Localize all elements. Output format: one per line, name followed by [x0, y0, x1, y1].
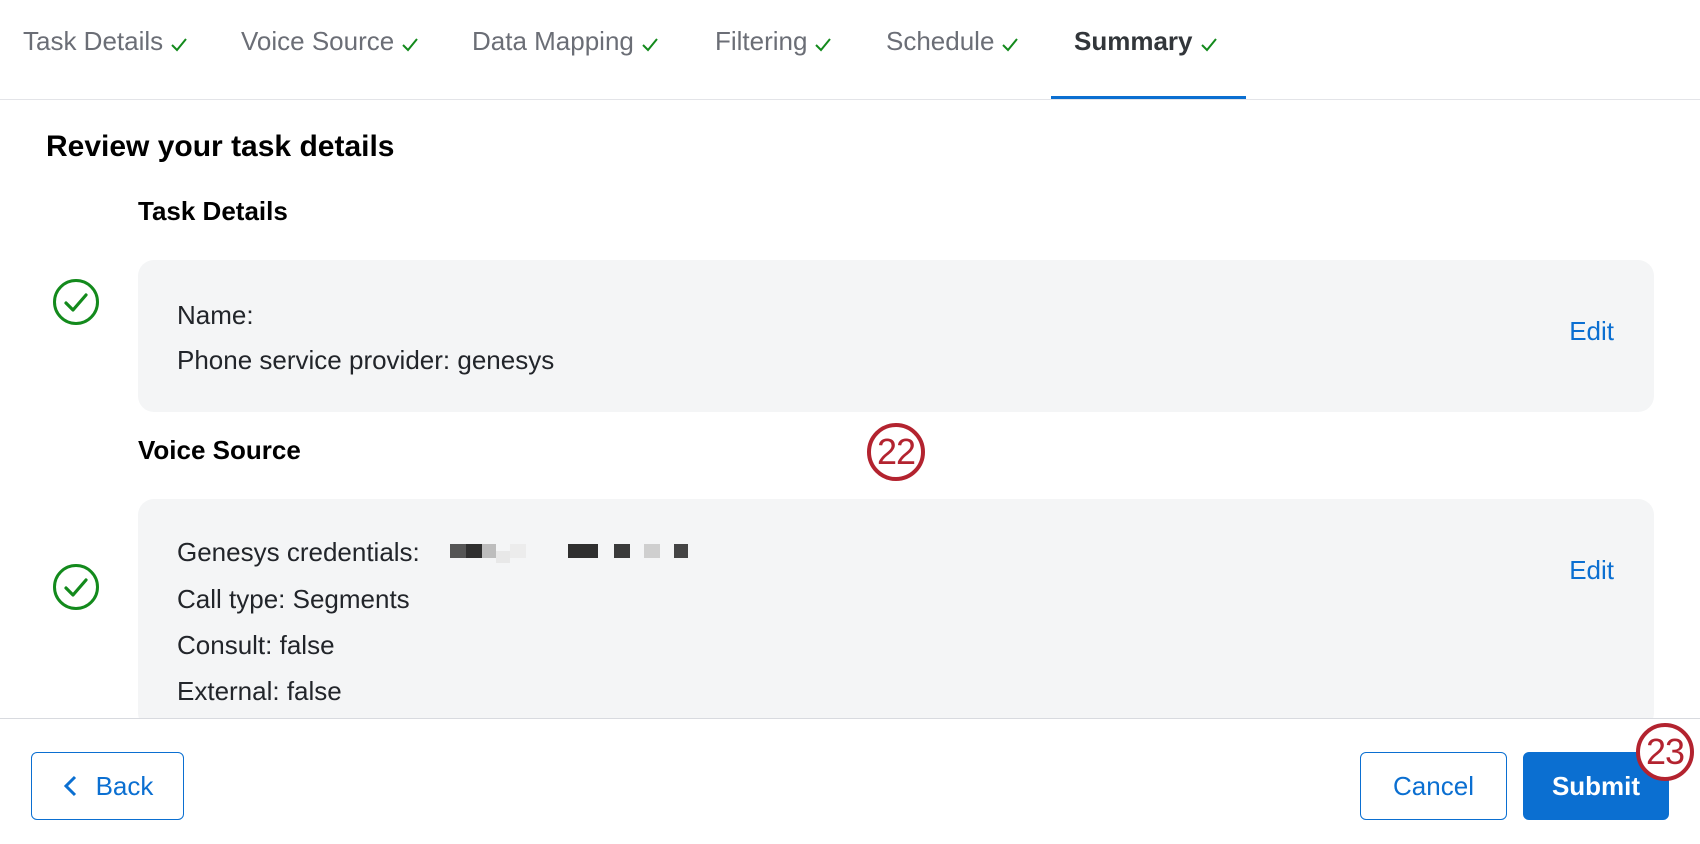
- tab-data-mapping[interactable]: Data Mapping: [472, 26, 660, 100]
- page-title: Review your task details: [46, 130, 395, 163]
- check-icon: [815, 38, 832, 52]
- tab-task-details[interactable]: Task Details: [23, 26, 189, 100]
- wizard-tab-bar: Task Details Voice Source Data Mapping F…: [0, 0, 1700, 100]
- back-button[interactable]: Back: [31, 752, 184, 820]
- active-tab-indicator: [1051, 96, 1246, 99]
- section-title-voice-source: Voice Source: [138, 435, 301, 465]
- chevron-left-icon: [63, 775, 76, 797]
- check-icon: [171, 38, 187, 52]
- tab-summary[interactable]: Summary: [1074, 26, 1219, 100]
- tab-label: Data Mapping: [472, 26, 634, 56]
- annotation-badge: 22: [867, 423, 925, 481]
- edit-voice-source-link[interactable]: Edit: [1569, 555, 1614, 586]
- external-line: External: false: [177, 676, 342, 706]
- tab-filtering[interactable]: Filtering: [715, 26, 833, 100]
- voice-source-card: Genesys credentials: Call type: Segments…: [138, 499, 1654, 729]
- tab-label: Task Details: [23, 26, 164, 56]
- check-icon: [402, 38, 418, 52]
- check-icon: [1200, 38, 1217, 52]
- check-icon: [1002, 38, 1019, 52]
- phone-provider-line: Phone service provider: genesys: [177, 345, 555, 375]
- submit-label: Submit: [1551, 770, 1641, 801]
- section-title-task-details: Task Details: [138, 196, 288, 226]
- check-circle-icon: [53, 279, 99, 325]
- tab-label: Summary: [1074, 26, 1193, 56]
- task-name-line: Name:: [177, 300, 254, 330]
- back-label: Back: [95, 770, 154, 801]
- check-icon: [642, 38, 658, 52]
- annotation-badge: 23: [1636, 723, 1694, 781]
- tab-voice-source[interactable]: Voice Source: [241, 26, 420, 100]
- footer-bar: Back Cancel Submit: [0, 718, 1700, 844]
- check-circle-icon: [53, 564, 99, 610]
- task-details-card: Name: Phone service provider: genesys Ed…: [138, 260, 1654, 412]
- tab-label: Voice Source: [241, 26, 395, 56]
- call-type-line: Call type: Segments: [177, 584, 410, 614]
- credentials-label: Genesys credentials:: [177, 537, 420, 567]
- consult-line: Consult: false: [177, 630, 335, 660]
- cancel-label: Cancel: [1393, 770, 1474, 801]
- edit-task-details-link[interactable]: Edit: [1569, 316, 1614, 347]
- tab-label: Schedule: [886, 26, 995, 56]
- tab-label: Filtering: [715, 26, 808, 56]
- tab-schedule[interactable]: Schedule: [886, 26, 1020, 100]
- cancel-button[interactable]: Cancel: [1360, 752, 1507, 820]
